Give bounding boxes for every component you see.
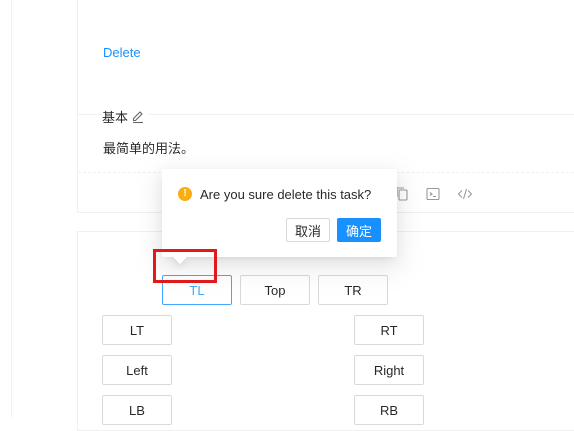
placement-button-right[interactable]: Right (354, 355, 424, 385)
placement-button-lt[interactable]: LT (102, 315, 172, 345)
confirm-button[interactable]: 确定 (337, 218, 381, 242)
placement-button-lb[interactable]: LB (102, 395, 172, 425)
cancel-button[interactable]: 取消 (286, 218, 330, 242)
meta-divider (78, 114, 574, 115)
code-box-title: 基本 (102, 107, 150, 126)
code-box-description: 最简单的用法。 (103, 141, 195, 156)
edit-icon[interactable] (131, 110, 145, 124)
popconfirm (162, 169, 397, 257)
placement-button-rb[interactable]: RB (354, 395, 424, 425)
popconfirm-title: Are you sure delete this task? (200, 187, 372, 202)
codesandbox-icon[interactable] (425, 186, 441, 202)
placement-button-tr[interactable]: TR (318, 275, 388, 305)
placement-button-rt[interactable]: RT (354, 315, 424, 345)
code-expand-icon[interactable] (457, 186, 473, 202)
placement-button-left[interactable]: Left (102, 355, 172, 385)
delete-link[interactable]: Delete (103, 45, 141, 60)
code-box-title-text: 基本 (102, 110, 129, 125)
placement-button-tl[interactable]: TL (162, 275, 232, 305)
page-left-rule (11, 0, 12, 418)
placement-button-top[interactable]: Top (240, 275, 310, 305)
exclamation-circle-icon: ! (178, 187, 192, 201)
